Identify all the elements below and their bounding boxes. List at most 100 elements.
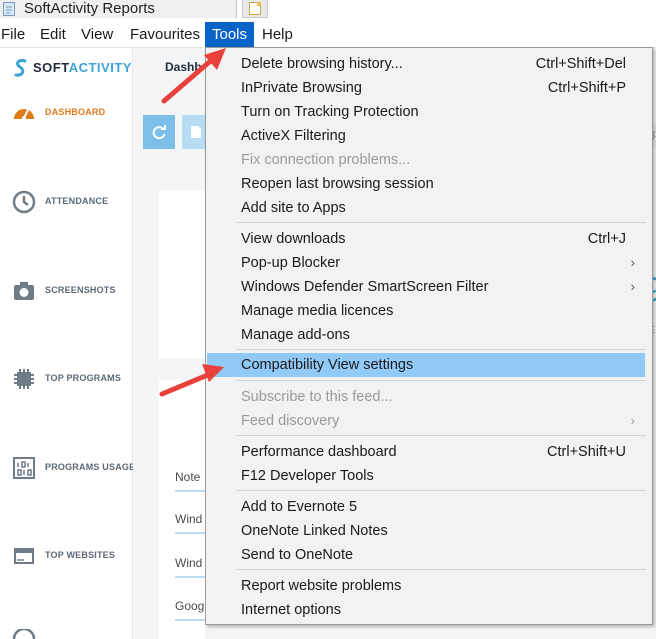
nav-top-websites[interactable]: TOP WEBSITES (12, 544, 132, 572)
chip-icon (14, 369, 34, 389)
menu-item-shortcut: Ctrl+Shift+Del (535, 56, 626, 72)
menu-item-delete-browsing-history[interactable]: Delete browsing history... Ctrl+Shift+Del (206, 52, 652, 76)
nav-label: PROGRAMS USAGE (45, 462, 136, 472)
menu-item-subscribe-to-feed: Subscribe to this feed... (206, 385, 652, 409)
usage-bar (175, 619, 205, 621)
menu-separator (236, 380, 646, 381)
menu-item-add-site-to-apps[interactable]: Add site to Apps (206, 196, 652, 220)
menu-item-shortcut: Ctrl+Shift+U (547, 444, 626, 460)
row-label: Wind (175, 556, 203, 570)
menu-favourites[interactable]: Favourites (130, 22, 200, 47)
menu-item-label: Manage add-ons (241, 327, 350, 343)
menu-item-label: Pop-up Blocker (241, 255, 341, 271)
menu-item-label: Delete browsing history... (241, 56, 403, 72)
menu-item-fix-connection-problems: Fix connection problems... (206, 148, 652, 172)
menu-item-label: InPrivate Browsing (241, 80, 362, 96)
row-label: Goog (175, 599, 205, 613)
menu-item-view-downloads[interactable]: View downloads Ctrl+J (206, 227, 652, 251)
title-bar: SoftActivity Reports (0, 0, 656, 18)
menu-item-compatibility-view-settings[interactable]: Compatibility View settings (207, 353, 645, 377)
menu-edit[interactable]: Edit (40, 22, 66, 47)
binary-icon (13, 457, 35, 479)
menu-item-label: Send to OneNote (241, 547, 354, 563)
menu-item-tracking-protection[interactable]: Turn on Tracking Protection (206, 100, 652, 124)
nav-label: TOP PROGRAMS (45, 373, 122, 383)
menu-item-label: Reopen last browsing session (241, 176, 434, 192)
menu-item-label: Turn on Tracking Protection (241, 104, 419, 120)
refresh-button[interactable] (143, 115, 175, 149)
menu-item-internet-options[interactable]: Internet options (206, 598, 652, 622)
nav-label: ATTENDANCE (45, 196, 109, 206)
refresh-icon (152, 125, 166, 140)
menu-item-label: Add site to Apps (241, 200, 346, 216)
menu-item-manage-add-ons[interactable]: Manage add-ons (206, 323, 652, 347)
nav-attendance[interactable]: ATTENDANCE (12, 190, 132, 218)
summary-panel (159, 190, 205, 358)
menu-separator (236, 349, 646, 350)
menu-item-label: Add to Evernote 5 (241, 499, 358, 515)
menu-separator (236, 569, 646, 570)
menu-item-label: Windows Defender SmartScreen Filter (241, 279, 489, 295)
menu-item-label: F12 Developer Tools (241, 468, 374, 484)
app-logo-text: SOFTACTIVITY (33, 60, 132, 75)
submenu-chevron-icon: › (630, 279, 635, 294)
menu-item-reopen-last-session[interactable]: Reopen last browsing session (206, 172, 652, 196)
menu-item-popup-blocker[interactable]: Pop-up Blocker › (206, 251, 652, 275)
logo-suffix: ACTIVITY (68, 60, 132, 75)
new-tab-button[interactable] (242, 0, 268, 18)
new-tab-icon (249, 2, 261, 15)
menu-item-smartscreen-filter[interactable]: Windows Defender SmartScreen Filter › (206, 275, 652, 299)
menu-item-feed-discovery: Feed discovery › (206, 409, 652, 433)
menu-item-shortcut: Ctrl+J (587, 231, 626, 247)
nav-programs-usage[interactable]: PROGRAMS USAGE (12, 456, 136, 484)
row-label: Note (175, 470, 201, 484)
menu-item-activex-filtering[interactable]: ActiveX Filtering (206, 124, 652, 148)
menu-separator (236, 435, 646, 436)
menu-item-label: Manage media licences (241, 303, 394, 319)
browser-tab[interactable]: SoftActivity Reports (0, 0, 237, 18)
menu-help[interactable]: Help (262, 22, 293, 47)
menu-item-report-website-problems[interactable]: Report website problems (206, 574, 652, 598)
menu-item-label: Feed discovery (241, 413, 340, 429)
softactivity-logo-icon (14, 59, 27, 77)
menu-item-add-to-evernote[interactable]: Add to Evernote 5 (206, 495, 652, 519)
usage-bar (175, 576, 205, 578)
menu-separator (236, 490, 646, 491)
menu-item-performance-dashboard[interactable]: Performance dashboard Ctrl+Shift+U (206, 440, 652, 464)
menu-tools[interactable]: Tools (205, 22, 255, 47)
submenu-chevron-icon: › (630, 413, 635, 428)
menu-item-shortcut: Ctrl+Shift+P (547, 80, 626, 96)
menu-item-onenote-linked-notes[interactable]: OneNote Linked Notes (206, 519, 652, 543)
nav-label: DASHBOARD (45, 107, 106, 117)
menu-file[interactable]: File (1, 22, 25, 47)
menu-item-manage-media-licences[interactable]: Manage media licences (206, 299, 652, 323)
tab-title: SoftActivity Reports (24, 0, 155, 17)
nav-top-programs[interactable]: TOP PROGRAMS (12, 367, 132, 395)
clock-icon (12, 190, 36, 214)
gauge-icon (14, 109, 34, 120)
document-icon (191, 126, 201, 138)
submenu-chevron-icon: › (630, 255, 635, 270)
logo-prefix: SOFT (33, 60, 69, 75)
menu-bar: File Edit View Favourites Tools Help (0, 22, 656, 48)
menu-view[interactable]: View (81, 22, 113, 47)
browser-icon (14, 548, 34, 564)
menu-item-label: OneNote Linked Notes (241, 523, 388, 539)
nav-screenshots[interactable]: SCREENSHOTS (12, 279, 132, 307)
menu-item-f12-developer-tools[interactable]: F12 Developer Tools (206, 464, 652, 488)
tools-menu: Delete browsing history... Ctrl+Shift+Del… (205, 47, 653, 625)
menu-separator (236, 222, 646, 223)
menu-item-label: Performance dashboard (241, 444, 397, 460)
page-icon (3, 2, 15, 16)
menu-item-label: ActiveX Filtering (241, 128, 346, 144)
menu-item-inprivate-browsing[interactable]: InPrivate Browsing Ctrl+Shift+P (206, 76, 652, 100)
nav-dashboard[interactable]: DASHBOARD (12, 101, 132, 129)
nav-label: TOP WEBSITES (45, 550, 116, 560)
menu-item-label: View downloads (241, 231, 346, 247)
usage-bar (175, 490, 205, 492)
menu-item-label: Internet options (241, 602, 341, 618)
camera-icon (14, 282, 34, 300)
nav-label: SCREENSHOTS (45, 285, 116, 295)
menu-item-label: Compatibility View settings (241, 357, 414, 373)
menu-item-send-to-onenote[interactable]: Send to OneNote (206, 543, 652, 567)
